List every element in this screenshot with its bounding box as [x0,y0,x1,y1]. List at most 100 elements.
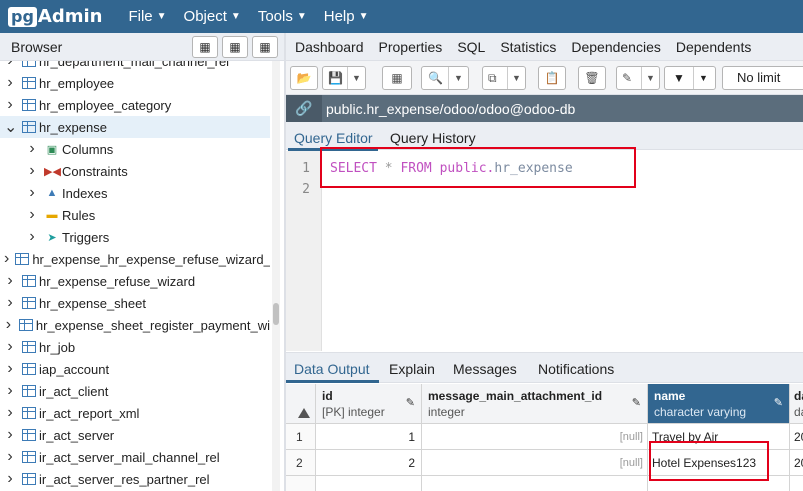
chevron-right-icon[interactable]: › [4,250,9,268]
row-header-corner[interactable] [286,384,316,424]
tree-item-constraints[interactable]: › ▶◀ Constraints [0,160,270,182]
chevron-right-icon[interactable]: › [26,162,38,180]
tree-item-table[interactable]: › hr_job [0,336,270,358]
column-header-date[interactable]: da da [790,384,803,424]
column-header-message-main-attachment-id[interactable]: message_main_attachment_id integer ✎ [422,384,648,424]
cell-date[interactable]: 20 [790,450,803,476]
tab-explain[interactable]: Explain [389,361,435,377]
paste-button[interactable]: 📋 [538,66,566,90]
tab-dependencies[interactable]: Dependencies [571,39,661,55]
tab-properties[interactable]: Properties [379,39,443,55]
column-header-name[interactable]: name character varying ✎ [648,384,790,424]
tab-dependents[interactable]: Dependents [676,39,752,55]
row-number[interactable]: 2 [286,450,316,476]
chevron-right-icon[interactable]: › [4,316,13,334]
chevron-right-icon[interactable]: › [26,228,38,246]
tab-statistics[interactable]: Statistics [500,39,556,55]
chevron-right-icon[interactable]: › [4,470,16,488]
edit-button[interactable]: ✎ ▼ [616,66,660,90]
tree-item-table[interactable]: › iap_account [0,358,270,380]
table-icon [22,429,36,441]
menu-tools[interactable]: Tools ▼ [258,8,307,25]
table-icon [22,385,36,397]
logo-admin: Admin [37,6,103,27]
tree-item-table[interactable]: ⌄ hr_expense [0,116,270,138]
tree-item-label: hr_expense_sheet [39,295,146,311]
chevron-right-icon[interactable]: › [26,206,38,224]
tree-item-indexes[interactable]: › ▲ Indexes [0,182,270,204]
connection-status-button[interactable]: 🔗 [286,95,322,122]
tree-item-label: hr_expense_hr_expense_refuse_wizard_ [32,251,270,267]
query-tool-button[interactable]: ▦ [192,36,218,58]
chevron-right-icon[interactable]: › [4,96,16,114]
save-file-button[interactable]: 💾 ▼ [322,66,366,90]
connection-label[interactable]: public.hr_expense/odoo/odoo@odoo-db [326,101,575,117]
menu-object[interactable]: Object ▼ [184,8,241,25]
tree-item-table[interactable]: › hr_expense_sheet_register_payment_wi [0,314,270,336]
tree-item-triggers[interactable]: › ➤ Triggers [0,226,270,248]
cell-attachment[interactable]: [null] [422,450,648,476]
tree-item-table[interactable]: › ir_act_server_res_partner_rel [0,468,270,490]
tree-item-rules[interactable]: › ▬ Rules [0,204,270,226]
tree-item-table[interactable]: › hr_employee_category [0,94,270,116]
filtered-rows-button[interactable]: ▦ [252,36,278,58]
chevron-right-icon[interactable]: › [4,61,16,70]
tab-notifications[interactable]: Notifications [538,361,614,377]
chevron-down-icon: ▼ [296,11,307,22]
tab-sql[interactable]: SQL [457,39,485,55]
scrollbar-thumb[interactable] [273,303,279,325]
tree-item-table[interactable]: › hr_expense_refuse_wizard [0,270,270,292]
chevron-right-icon[interactable]: › [4,74,16,92]
menu-file-label: File [128,8,153,25]
filter-button[interactable]: ▼ ▼ [664,66,716,90]
tab-data-output[interactable]: Data Output [294,361,370,377]
cell-id[interactable]: 2 [316,450,422,476]
column-header-id[interactable]: id [PK] integer ✎ [316,384,422,424]
chevron-right-icon[interactable]: › [4,404,16,422]
tree-item-table[interactable]: › ir_act_client [0,380,270,402]
chevron-right-icon[interactable]: › [4,382,16,400]
find-button[interactable]: 🔍 ▼ [421,66,469,90]
tab-dashboard[interactable]: Dashboard [295,39,364,55]
menu-file[interactable]: File ▼ [128,8,166,25]
tree-item-table[interactable]: › hr_expense_sheet [0,292,270,314]
tree-item-table[interactable]: › hr_department_mail_channel_rel [0,61,270,72]
chevron-right-icon[interactable]: › [26,184,38,202]
tree-item-table[interactable]: › ir_act_report_xml [0,402,270,424]
query-tabs: Query Editor Query History [286,122,803,150]
chevron-right-icon[interactable]: › [4,294,16,312]
delete-button[interactable]: 🗑 [578,66,606,90]
cell-id[interactable]: 1 [316,424,422,450]
row-limit-select[interactable]: No limit [722,66,803,90]
tab-messages[interactable]: Messages [453,361,517,377]
tree-item-label: hr_employee_category [39,97,172,113]
chevron-right-icon[interactable]: › [4,448,16,466]
browser-tree: › hr_department_mail_channel_rel › hr_emplo… [0,61,284,491]
chevron-right-icon[interactable]: › [4,426,16,444]
open-file-button[interactable]: 📂 [290,66,318,90]
link-icon: 🔗 [295,100,313,116]
tab-query-editor[interactable]: Query Editor [294,130,373,146]
connection-bar: 🔗 public.hr_expense/odoo/odoo@odoo-db [286,95,803,122]
tab-query-history[interactable]: Query History [390,130,476,146]
tree-item-table[interactable]: › ir_act_server_mail_channel_rel [0,446,270,468]
menu-help[interactable]: Help ▼ [324,8,369,25]
chevron-right-icon[interactable]: › [4,360,16,378]
view-data-button[interactable]: ▦ [222,36,248,58]
chevron-right-icon[interactable]: › [4,272,16,290]
browser-scrollbar[interactable] [272,61,280,491]
cell-attachment[interactable]: [null] [422,424,648,450]
chevron-down-icon[interactable]: ⌄ [4,117,17,137]
copy-button[interactable]: ⧉ ▼ [482,66,526,90]
top-navbar: pg Admin File ▼ Object ▼ Tools ▼ Help ▼ [0,0,803,33]
tree-item-columns[interactable]: › ▣ Columns [0,138,270,160]
tree-item-table[interactable]: › hr_employee [0,72,270,94]
edit-grid-button[interactable]: ▦ [382,66,412,90]
row-number[interactable]: 1 [286,424,316,450]
chevron-right-icon[interactable]: › [4,338,16,356]
chevron-right-icon[interactable]: › [26,140,38,158]
cell-date[interactable]: 20 [790,424,803,450]
tree-item-table[interactable]: › ir_act_server [0,424,270,446]
tree-item-table[interactable]: › hr_expense_hr_expense_refuse_wizard_ [0,248,270,270]
menu-tools-label: Tools [257,8,293,25]
